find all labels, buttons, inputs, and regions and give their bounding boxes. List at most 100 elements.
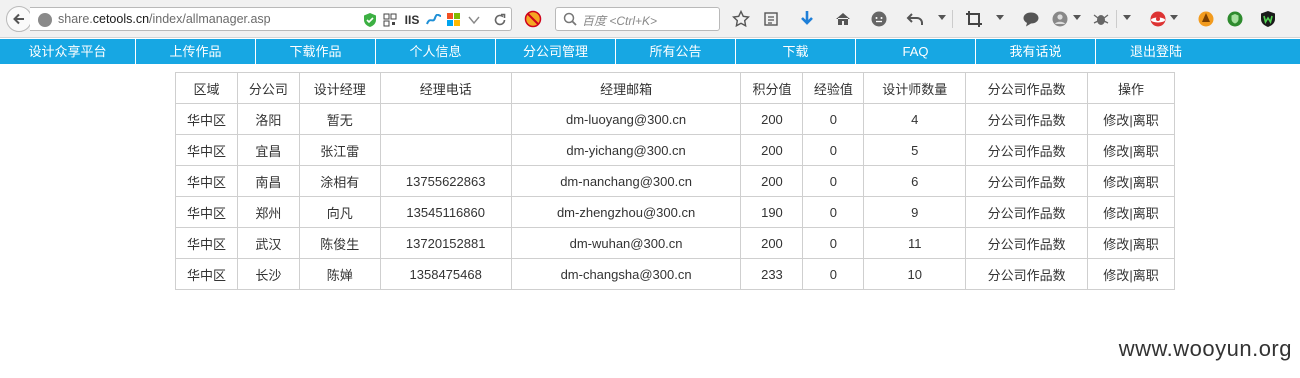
nav-item-feedback[interactable]: 我有话说 <box>976 39 1096 64</box>
resign-link[interactable]: 离职 <box>1133 113 1159 128</box>
cell-points: 200 <box>740 165 804 197</box>
speech-bubble-icon[interactable] <box>1021 9 1041 29</box>
cell-branch: 郑州 <box>236 196 300 228</box>
cell-designers: 10 <box>863 258 967 290</box>
chat-face-icon[interactable] <box>869 9 889 29</box>
cell-phone <box>379 103 512 135</box>
resign-link[interactable]: 离职 <box>1133 237 1159 252</box>
cell-points: 233 <box>740 258 804 290</box>
cell-manager: 暂无 <box>298 103 381 135</box>
search-input[interactable]: 百度 <Ctrl+K> <box>555 7 720 31</box>
qr-code-icon[interactable] <box>382 12 398 28</box>
nav-item-platform[interactable]: 设计众享平台 <box>0 39 136 64</box>
cell-exp: 0 <box>802 196 865 228</box>
edit-link[interactable]: 修改 <box>1103 206 1129 221</box>
undo-icon[interactable] <box>905 9 925 29</box>
bug-icon[interactable] <box>1091 9 1111 29</box>
cell-email: dm-changsha@300.cn <box>510 258 742 290</box>
account-icon[interactable] <box>1051 9 1071 29</box>
cell-exp: 0 <box>802 165 865 197</box>
toolbar-separator-2 <box>1116 10 1117 28</box>
undo-dropdown-icon[interactable] <box>938 15 946 20</box>
cell-points: 190 <box>740 196 804 228</box>
cell-email: dm-luoyang@300.cn <box>510 103 742 135</box>
shield-check-icon[interactable] <box>362 12 378 28</box>
cell-email: dm-yichang@300.cn <box>510 134 742 166</box>
cell-actions: 修改|离职 <box>1087 103 1175 135</box>
cell-actions: 修改|离职 <box>1087 196 1175 228</box>
search-icon <box>563 12 577 26</box>
nav-item-branch-management[interactable]: 分公司管理 <box>496 39 616 64</box>
cell-points: 200 <box>740 134 804 166</box>
edit-link[interactable]: 修改 <box>1103 113 1129 128</box>
edit-link[interactable]: 修改 <box>1103 237 1129 252</box>
works-link[interactable]: 分公司作品数 <box>965 196 1089 228</box>
edit-link[interactable]: 修改 <box>1103 175 1129 190</box>
table-row: 华中区 宜昌 张江雷 dm-yichang@300.cn 200 0 5 分公司… <box>175 134 1175 166</box>
cell-phone: 13720152881 <box>379 227 512 259</box>
table-row: 华中区 武汉 陈俊生 13720152881 dm-wuhan@300.cn 2… <box>175 227 1175 259</box>
table-header-row: 区域 分公司 设计经理 经理电话 经理邮箱 积分值 经验值 设计师数量 分公司作… <box>175 72 1175 104</box>
reload-icon[interactable] <box>492 12 508 28</box>
resign-link[interactable]: 离职 <box>1133 144 1159 159</box>
url-path: /index/allmanager.asp <box>149 12 271 26</box>
cell-branch: 武汉 <box>236 227 300 259</box>
nav-item-all-announcements[interactable]: 所有公告 <box>616 39 736 64</box>
url-text[interactable]: share.cetools.cn/index/allmanager.asp <box>58 12 271 26</box>
edit-link[interactable]: 修改 <box>1103 144 1129 159</box>
works-link[interactable]: 分公司作品数 <box>965 134 1089 166</box>
nav-item-download-works[interactable]: 下载作品 <box>256 39 376 64</box>
w-shield-icon[interactable] <box>1258 9 1278 29</box>
cell-designers: 9 <box>863 196 967 228</box>
col-header-manager: 设计经理 <box>298 72 381 104</box>
iis-label: IIS <box>404 13 420 27</box>
works-link[interactable]: 分公司作品数 <box>965 258 1089 290</box>
nav-item-logout[interactable]: 退出登陆 <box>1096 39 1216 64</box>
cell-region: 华中区 <box>175 196 238 228</box>
fox-extension-icon[interactable] <box>1196 9 1216 29</box>
dropdown-arrow-icon[interactable] <box>466 12 482 28</box>
nav-item-download[interactable]: 下载 <box>736 39 856 64</box>
cell-region: 华中区 <box>175 227 238 259</box>
watermark: www.wooyun.org <box>1118 336 1292 361</box>
cell-manager: 涂相有 <box>298 165 381 197</box>
cell-exp: 0 <box>802 227 865 259</box>
cell-exp: 0 <box>802 258 865 290</box>
home-icon[interactable] <box>833 9 853 29</box>
nav-item-personal-info[interactable]: 个人信息 <box>376 39 496 64</box>
works-link[interactable]: 分公司作品数 <box>965 227 1089 259</box>
col-header-points: 积分值 <box>740 72 804 104</box>
works-link[interactable]: 分公司作品数 <box>965 165 1089 197</box>
branch-manager-table: 区域 分公司 设计经理 经理电话 经理邮箱 积分值 经验值 设计师数量 分公司作… <box>175 72 1175 290</box>
cell-manager: 张江雷 <box>298 134 381 166</box>
works-link[interactable]: 分公司作品数 <box>965 103 1089 135</box>
resign-link[interactable]: 离职 <box>1133 268 1159 283</box>
globe-icon <box>38 13 52 27</box>
edit-link[interactable]: 修改 <box>1103 268 1129 283</box>
nav-item-upload-works[interactable]: 上传作品 <box>136 39 256 64</box>
crop-dropdown-icon[interactable] <box>996 15 1004 20</box>
col-header-exp: 经验值 <box>802 72 865 104</box>
col-header-designers: 设计师数量 <box>863 72 967 104</box>
red-hat-dropdown-icon[interactable] <box>1170 15 1178 20</box>
red-hat-icon[interactable] <box>1148 9 1168 29</box>
url-host: cetools.cn <box>92 12 150 26</box>
url-bar[interactable]: share.cetools.cn/index/allmanager.asp II… <box>30 7 512 31</box>
bookmark-star-icon[interactable] <box>731 9 751 29</box>
resign-link[interactable]: 离职 <box>1133 206 1159 221</box>
cell-branch: 宜昌 <box>236 134 300 166</box>
green-shield-icon[interactable] <box>1225 9 1245 29</box>
search-placeholder: 百度 <Ctrl+K> <box>582 14 658 28</box>
menu-dropdown-icon[interactable] <box>1123 15 1131 20</box>
crop-icon[interactable] <box>964 9 984 29</box>
cell-designers: 5 <box>863 134 967 166</box>
account-dropdown-icon[interactable] <box>1073 15 1081 20</box>
nav-item-faq[interactable]: FAQ <box>856 39 976 64</box>
reading-list-icon[interactable] <box>761 9 781 29</box>
back-button[interactable] <box>6 6 32 32</box>
resign-link[interactable]: 离职 <box>1133 175 1159 190</box>
cell-points: 200 <box>740 103 804 135</box>
cell-branch: 南昌 <box>236 165 300 197</box>
block-icon[interactable] <box>523 9 543 29</box>
download-icon[interactable] <box>797 9 817 29</box>
